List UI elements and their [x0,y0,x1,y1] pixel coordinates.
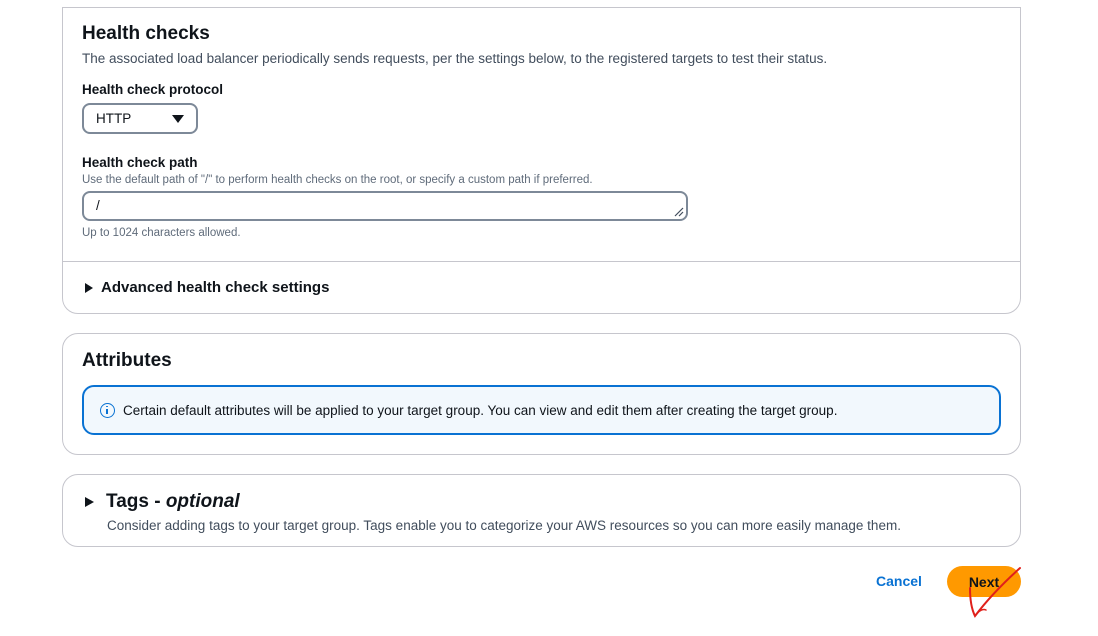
health-checks-title: Health checks [82,23,210,44]
tags-description: Consider adding tags to your target grou… [107,518,901,533]
attributes-title: Attributes [82,350,172,371]
info-alert-text: Certain default attributes will be appli… [123,402,838,418]
protocol-label: Health check protocol [82,82,224,97]
tags-title-optional: optional [165,491,240,512]
path-constraint: Up to 1024 characters allowed. [82,227,241,239]
divider [63,261,1020,262]
tags-toggle[interactable]: Tags - optional [85,491,240,513]
advanced-settings-toggle[interactable]: Advanced health check settings [85,279,329,296]
path-hint: Use the default path of "/" to perform h… [82,174,593,186]
health-checks-panel: Health checks The associated load balanc… [62,7,1021,314]
attributes-panel: Attributes Certain default attributes wi… [62,333,1021,455]
caret-right-icon [85,282,93,293]
caret-right-icon [85,497,94,507]
advanced-settings-label: Advanced health check settings [101,279,330,296]
protocol-select[interactable]: HTTP [82,103,198,134]
path-label: Health check path [82,155,198,170]
protocol-select-value: HTTP [96,111,132,126]
health-checks-description: The associated load balancer periodicall… [82,51,828,66]
path-input[interactable]: / [82,191,688,221]
resize-handle-icon[interactable] [674,207,684,217]
tags-title: Tags - optional [106,491,240,513]
info-icon [100,402,115,418]
cancel-button[interactable]: Cancel [868,571,930,591]
next-button[interactable]: Next [947,566,1021,597]
caret-down-icon [172,115,184,123]
tags-title-main: Tags - [106,491,161,512]
info-alert: Certain default attributes will be appli… [82,385,1001,435]
path-input-value: / [96,198,100,213]
tags-panel: Tags - optional Consider adding tags to … [62,474,1021,547]
